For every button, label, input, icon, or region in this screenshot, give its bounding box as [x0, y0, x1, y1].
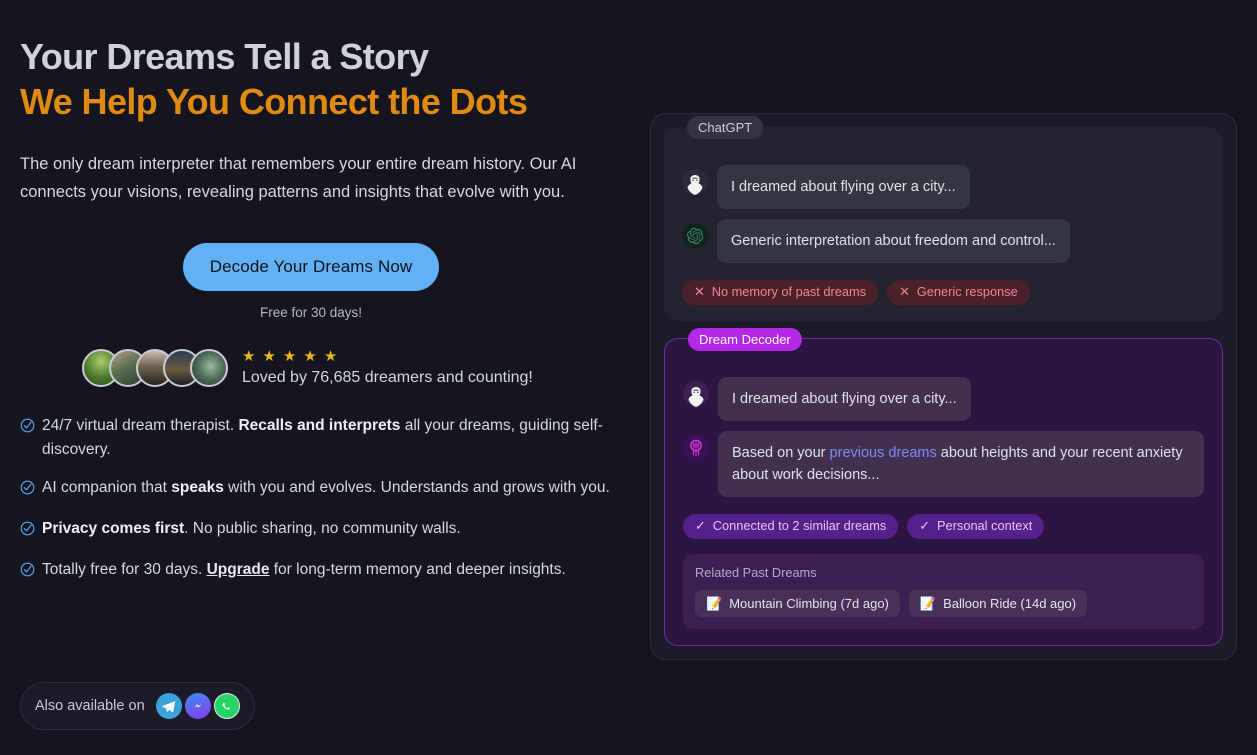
- upgrade-link[interactable]: Upgrade: [207, 561, 270, 578]
- memo-icon: 📝: [706, 595, 723, 611]
- decoder-user-message: I dreamed about flying over a city...: [683, 376, 1204, 421]
- related-past-dreams: Related Past Dreams 📝 Mountain Climbing …: [683, 553, 1204, 629]
- decode-dreams-button[interactable]: Decode Your Dreams Now: [182, 243, 440, 291]
- comparison-panel: ChatGPT I dreamed about flying over a ci…: [650, 113, 1237, 660]
- feature-text: 24/7 virtual dream therapist. Recalls an…: [42, 417, 603, 458]
- memo-icon: 📝: [919, 595, 937, 611]
- feature-text: AI companion that speaks with you and ev…: [42, 479, 610, 496]
- cta-container: Decode Your Dreams Now Free for 30 days!: [20, 243, 602, 320]
- telegram-icon[interactable]: [155, 693, 182, 719]
- star-icon: ★: [323, 348, 338, 365]
- tag-label: Generic response: [916, 284, 1018, 299]
- check-icon: ✓: [919, 517, 931, 533]
- messenger-icon[interactable]: [184, 693, 211, 719]
- list-item: AI companion that speaks with you and ev…: [20, 476, 616, 503]
- status-badge: ✕ No memory of past dreams: [682, 280, 879, 305]
- check-circle-icon: [20, 479, 35, 503]
- star-icon: ★: [282, 348, 297, 365]
- chatgpt-assistant-message: Generic interpretation about freedom and…: [682, 219, 1205, 263]
- chatgpt-user-message: I dreamed about flying over a city...: [682, 165, 1205, 209]
- chatgpt-badge: ChatGPT: [687, 116, 764, 139]
- hero-section: Your Dreams Tell a Story We Help You Con…: [0, 0, 640, 755]
- user-avatar-icon: [682, 169, 708, 195]
- headline-line-2: We Help You Connect the Dots: [20, 81, 528, 122]
- dream-decoder-card: Dream Decoder I dreamed about flying ove…: [664, 327, 1223, 646]
- related-past-dreams-title: Related Past Dreams: [695, 564, 817, 580]
- chip-label: Balloon Ride (14d ago): [943, 595, 1077, 611]
- whatsapp-icon[interactable]: [213, 693, 240, 719]
- comparison-card: ChatGPT I dreamed about flying over a ci…: [650, 113, 1237, 660]
- message-bubble: Based on your previous dreams about heig…: [718, 430, 1204, 497]
- hero-subtitle: The only dream interpreter that remember…: [20, 155, 577, 201]
- social-proof: ★ ★ ★ ★ ★ Loved by 76,685 dreamers and c…: [20, 349, 620, 387]
- openai-logo-icon: [682, 223, 708, 249]
- tag-label: Connected to 2 similar dreams: [712, 517, 887, 533]
- star-rating: ★ ★ ★ ★ ★: [242, 349, 533, 364]
- message-bubble: I dreamed about flying over a city...: [718, 376, 971, 421]
- list-item: Totally free for 30 days. Upgrade for lo…: [20, 558, 616, 585]
- user-avatar-icon: [683, 380, 709, 407]
- cta-free-trial-note: Free for 30 days!: [259, 305, 363, 320]
- check-circle-icon: [20, 520, 35, 544]
- loved-by-text: Loved by 76,685 dreamers and counting!: [242, 369, 533, 386]
- decoder-tags: ✓ Connected to 2 similar dreams ✓ Person…: [683, 513, 1204, 539]
- social-channel-icons: [155, 693, 240, 719]
- previous-dreams-link[interactable]: previous dreams: [830, 445, 937, 461]
- tag-label: No memory of past dreams: [711, 284, 867, 299]
- star-icon: ★: [303, 348, 317, 365]
- status-badge: ✓ Personal context: [907, 513, 1045, 539]
- tag-label: Personal context: [937, 517, 1033, 533]
- close-icon: ✕: [899, 284, 910, 299]
- chatgpt-tags: ✕ No memory of past dreams ✕ Generic res…: [682, 280, 1205, 305]
- message-bubble: I dreamed about flying over a city...: [717, 165, 970, 209]
- landing-page: Your Dreams Tell a Story We Help You Con…: [0, 0, 1257, 755]
- dream-decoder-badge: Dream Decoder: [688, 327, 802, 351]
- check-circle-icon: [20, 561, 35, 585]
- list-item[interactable]: 📝 Mountain Climbing (7d ago): [695, 589, 900, 617]
- related-dream-chips: 📝 Mountain Climbing (7d ago) 📝 Balloon R…: [695, 589, 1192, 617]
- chatgpt-card: ChatGPT I dreamed about flying over a ci…: [664, 116, 1223, 321]
- chip-label: Mountain Climbing (7d ago): [729, 595, 889, 611]
- check-icon: ✓: [695, 517, 706, 533]
- list-item: Privacy comes first. No public sharing, …: [20, 517, 616, 544]
- list-item: 24/7 virtual dream therapist. Recalls an…: [20, 414, 616, 462]
- feature-text: Privacy comes first. No public sharing, …: [42, 520, 461, 537]
- list-item[interactable]: 📝 Balloon Ride (14d ago): [908, 589, 1088, 617]
- avatar: [190, 349, 228, 387]
- headline-line-1: Your Dreams Tell a Story: [20, 36, 429, 77]
- star-icon: ★: [262, 348, 276, 365]
- page-title: Your Dreams Tell a Story We Help You Con…: [20, 34, 620, 124]
- also-available-bar: Also available on: [20, 682, 255, 730]
- star-icon: ★: [242, 348, 256, 365]
- avatar-stack: [82, 349, 228, 387]
- rating-block: ★ ★ ★ ★ ★ Loved by 76,685 dreamers and c…: [242, 349, 533, 387]
- decoder-assistant-message: Based on your previous dreams about heig…: [683, 430, 1204, 497]
- close-icon: ✕: [694, 284, 705, 299]
- feature-text: Totally free for 30 days. Upgrade for lo…: [42, 561, 566, 578]
- dreamcatcher-icon: [683, 434, 709, 461]
- status-badge: ✕ Generic response: [887, 280, 1030, 305]
- status-badge: ✓ Connected to 2 similar dreams: [683, 513, 899, 539]
- message-bubble: Generic interpretation about freedom and…: [717, 219, 1070, 263]
- feature-list: 24/7 virtual dream therapist. Recalls an…: [20, 414, 620, 585]
- also-available-label: Also available on: [35, 698, 145, 714]
- check-circle-icon: [20, 417, 35, 441]
